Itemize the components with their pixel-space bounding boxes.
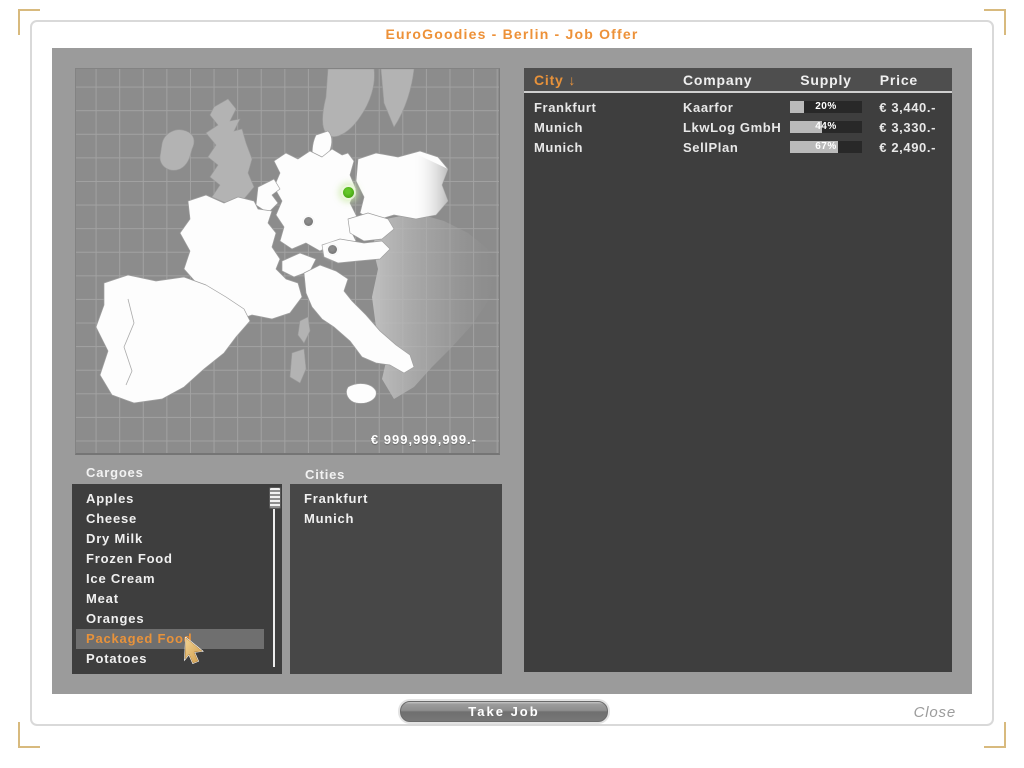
supply-bar: 44% bbox=[790, 121, 862, 133]
job-offer-window: EuroGoodies - Berlin - Job Offer € 999,9… bbox=[0, 0, 1024, 768]
cargo-item[interactable]: Meat bbox=[76, 589, 264, 609]
column-header-company[interactable]: Company bbox=[683, 72, 790, 88]
supply-bar: 20% bbox=[790, 101, 862, 113]
main-panel: € 999,999,999.- City ↓ Company Supply Pr… bbox=[52, 48, 972, 694]
offer-price: € 3,440.- bbox=[879, 99, 936, 115]
cargo-item[interactable]: Dry Milk bbox=[76, 529, 264, 549]
offers-table: City ↓ Company Supply Price Frankfurt Ka… bbox=[524, 68, 952, 672]
scrollbar-thumb[interactable] bbox=[269, 487, 281, 509]
offer-city: Munich bbox=[534, 119, 584, 135]
cargo-list: Apples Cheese Dry Milk Frozen Food Ice C… bbox=[72, 484, 282, 674]
offer-row[interactable]: Munich LkwLog GmbH 44% € 3,330.- bbox=[524, 117, 952, 137]
offer-price: € 2,490.- bbox=[879, 139, 936, 155]
cities-label: Cities bbox=[305, 467, 346, 482]
scrollbar-track[interactable] bbox=[273, 491, 275, 667]
cargo-item[interactable]: Cheese bbox=[76, 509, 264, 529]
supply-percent: 44% bbox=[815, 121, 837, 132]
offer-row[interactable]: Frankfurt Kaarfor 20% € 3,440.- bbox=[524, 97, 952, 117]
offers-table-header: City ↓ Company Supply Price bbox=[524, 68, 952, 93]
offer-city: Frankfurt bbox=[534, 99, 597, 115]
mouse-cursor-icon bbox=[184, 637, 204, 664]
city-item[interactable]: Munich bbox=[294, 509, 484, 529]
cargo-item[interactable]: Ice Cream bbox=[76, 569, 264, 589]
map-marker-berlin[interactable] bbox=[343, 187, 354, 198]
column-header-city[interactable]: City ↓ bbox=[534, 72, 683, 88]
city-list: Frankfurt Munich bbox=[290, 484, 502, 674]
cargoes-label: Cargoes bbox=[86, 465, 144, 480]
money-display: € 999,999,999.- bbox=[370, 432, 477, 447]
offer-row[interactable]: Munich SellPlan 67% € 2,490.- bbox=[524, 137, 952, 157]
offer-company: SellPlan bbox=[683, 139, 739, 155]
europe-map-graphic bbox=[95, 69, 496, 404]
cargo-item[interactable]: Oranges bbox=[76, 609, 264, 629]
offer-city: Munich bbox=[534, 139, 584, 155]
map-marker-munich[interactable] bbox=[328, 245, 337, 254]
offers-table-body: Frankfurt Kaarfor 20% € 3,440.- Munich L… bbox=[524, 93, 952, 157]
close-button[interactable]: Close bbox=[914, 704, 956, 721]
cargo-item[interactable]: Frozen Food bbox=[76, 549, 264, 569]
column-header-supply[interactable]: Supply bbox=[790, 72, 862, 88]
supply-percent: 67% bbox=[815, 141, 837, 152]
column-header-price[interactable]: Price bbox=[862, 72, 936, 88]
cargo-item-selected[interactable]: Packaged Food bbox=[76, 629, 264, 649]
cargo-item[interactable]: Apples bbox=[76, 489, 264, 509]
offer-company: LkwLog GmbH bbox=[683, 119, 782, 135]
offer-price: € 3,330.- bbox=[879, 119, 936, 135]
supply-percent: 20% bbox=[815, 101, 837, 112]
map-marker-frankfurt[interactable] bbox=[304, 217, 313, 226]
cargo-item[interactable]: Potatoes bbox=[76, 649, 264, 669]
page-title: EuroGoodies - Berlin - Job Offer bbox=[385, 26, 639, 42]
city-item[interactable]: Frankfurt bbox=[294, 489, 484, 509]
europe-map: € 999,999,999.- bbox=[75, 68, 500, 455]
offer-company: Kaarfor bbox=[683, 99, 734, 115]
supply-bar: 67% bbox=[790, 141, 862, 153]
take-job-button[interactable]: Take Job bbox=[400, 701, 608, 722]
